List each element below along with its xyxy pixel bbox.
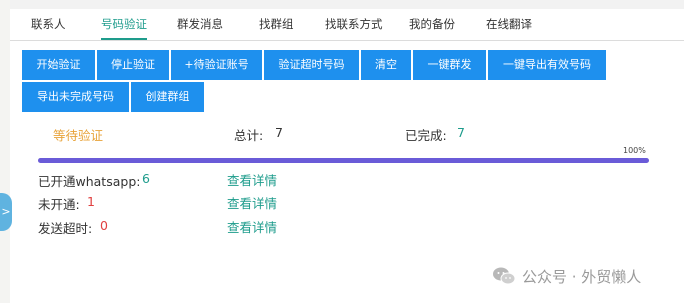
- tab-broadcast[interactable]: 群发消息: [177, 9, 223, 39]
- done-label: 已完成:: [405, 128, 447, 143]
- progress-percent: 100%: [623, 146, 646, 155]
- total-value: 7: [275, 125, 283, 140]
- done-value: 7: [457, 125, 465, 140]
- result-label-timeout: 发送超时:: [38, 221, 93, 236]
- chevron-right-icon: >: [1, 205, 11, 218]
- tab-my-backup[interactable]: 我的备份: [409, 9, 455, 39]
- watermark-text: 公众号 · 外贸懒人: [522, 268, 642, 286]
- result-value-opened: 6: [142, 171, 150, 186]
- verify-state: 等待验证: [53, 128, 104, 143]
- clear-button[interactable]: 清空: [361, 50, 411, 80]
- create-group-button[interactable]: 创建群组: [131, 82, 204, 112]
- view-details-opened-link[interactable]: 查看详情: [227, 170, 277, 189]
- total-label: 总计:: [234, 128, 264, 143]
- tab-number-verify[interactable]: 号码验证: [101, 9, 147, 40]
- stop-verify-button[interactable]: 停止验证: [97, 50, 169, 80]
- tab-find-groups[interactable]: 找群组: [259, 9, 294, 39]
- add-pending-account-button[interactable]: +待验证账号: [171, 50, 262, 80]
- side-expand-handle[interactable]: >: [0, 193, 12, 231]
- view-details-timeout-link[interactable]: 查看详情: [227, 217, 277, 236]
- tab-contacts[interactable]: 联系人: [31, 9, 66, 39]
- progress-bar: [38, 158, 649, 163]
- view-details-not-opened-link[interactable]: 查看详情: [227, 193, 277, 212]
- tab-translate[interactable]: 在线翻译: [486, 9, 532, 39]
- result-value-not-opened: 1: [87, 194, 95, 209]
- main-panel: 联系人 号码验证 群发消息 找群组 找联系方式 我的备份 在线翻译 开始验证 停…: [10, 0, 684, 303]
- start-verify-button[interactable]: 开始验证: [22, 50, 95, 80]
- tab-bar: 联系人 号码验证 群发消息 找群组 找联系方式 我的备份 在线翻译: [10, 9, 684, 41]
- wechat-icon: [493, 267, 516, 285]
- tab-find-contacts[interactable]: 找联系方式: [325, 9, 383, 39]
- progress-fill: [38, 158, 649, 163]
- top-strip: [10, 0, 684, 9]
- one-click-broadcast-button[interactable]: 一键群发: [413, 50, 486, 80]
- result-value-timeout: 0: [100, 218, 108, 233]
- verify-timeout-button[interactable]: 验证超时号码: [264, 50, 359, 80]
- export-unfinished-button[interactable]: 导出未完成号码: [22, 82, 129, 112]
- result-label-opened: 已开通whatsapp:: [38, 174, 141, 189]
- result-label-not-opened: 未开通:: [38, 197, 80, 212]
- export-valid-numbers-button[interactable]: 一键导出有效号码: [488, 50, 606, 80]
